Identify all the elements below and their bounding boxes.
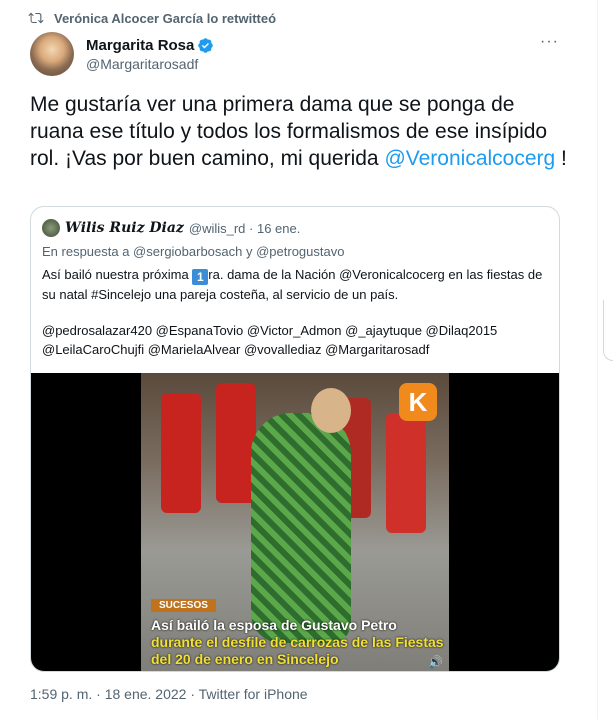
- quoted-tweet[interactable]: 𝑾𝒊𝒍𝒊𝒔 𝑹𝒖𝒊𝒛 𝑫𝒊𝒂𝒛 @wilis_rd · 16 ene. En r…: [30, 206, 560, 672]
- quoted-author-name[interactable]: 𝑾𝒊𝒍𝒊𝒔 𝑹𝒖𝒊𝒛 𝑫𝒊𝒂𝒛: [65, 220, 184, 236]
- quoted-text-start: Así bailó nuestra próxima: [42, 267, 193, 282]
- tweet-author[interactable]: Margarita Rosa @Margaritarosadf: [30, 32, 214, 76]
- caption-line-yellow: durante el desfile de carrozas de las Fi…: [151, 634, 444, 667]
- sucesos-badge: SUCESOS: [151, 599, 216, 612]
- retweet-icon: [28, 12, 44, 24]
- caption-line-white: Así bailó la esposa de Gustavo Petro: [151, 617, 397, 633]
- author-handle[interactable]: @Margaritarosadf: [86, 56, 214, 72]
- more-options-icon[interactable]: ···: [540, 33, 559, 51]
- video-frame: K SUCESOS Así bailó la esposa de Gustavo…: [141, 373, 449, 671]
- retweet-context[interactable]: Verónica Alcocer García lo retwitteó: [28, 10, 276, 26]
- quoted-mentions: @pedrosalazar420 @EspanaTovio @Victor_Ad…: [42, 323, 498, 357]
- retweet-text: Verónica Alcocer García lo retwitteó: [54, 10, 277, 26]
- mention-link[interactable]: @Veronicalcocerg: [384, 147, 555, 170]
- channel-logo-icon: K: [399, 383, 437, 421]
- quoted-tweet-header: 𝑾𝒊𝒍𝒊𝒔 𝑹𝒖𝒊𝒛 𝑫𝒊𝒂𝒛 @wilis_rd · 16 ene.: [42, 219, 300, 237]
- keycap-one-emoji: 1: [192, 269, 209, 285]
- column-divider: [597, 0, 598, 719]
- band-member-figure: [216, 383, 256, 503]
- band-member-figure: [386, 413, 426, 533]
- band-member-figure: [161, 393, 201, 513]
- tweet-timestamp[interactable]: 1:59 p. m. · 18 ene. 2022 · Twitter for …: [30, 686, 308, 702]
- avatar[interactable]: [30, 32, 74, 76]
- video-player[interactable]: K SUCESOS Así bailó la esposa de Gustavo…: [31, 373, 559, 671]
- speaker-icon[interactable]: 🔊: [428, 655, 443, 669]
- verified-badge-icon: [198, 37, 214, 53]
- tweet-text-end: !: [555, 147, 567, 170]
- quoted-handle-date[interactable]: @wilis_rd · 16 ene.: [189, 221, 300, 236]
- tweet-text: Me gustaría ver una primera dama que se …: [30, 91, 570, 172]
- dancer-figure: [251, 413, 351, 643]
- quoted-avatar[interactable]: [42, 219, 60, 237]
- quoted-reply-context: En respuesta a @sergiobarbosach y @petro…: [42, 244, 345, 259]
- sidebar-fragment: [603, 300, 613, 361]
- author-name[interactable]: Margarita Rosa: [86, 37, 194, 54]
- quoted-tweet-text: Así bailó nuestra próxima 1 ra. dama de l…: [42, 265, 547, 304]
- video-caption: Así bailó la esposa de Gustavo Petro dur…: [151, 617, 447, 668]
- dancer-head: [311, 388, 351, 433]
